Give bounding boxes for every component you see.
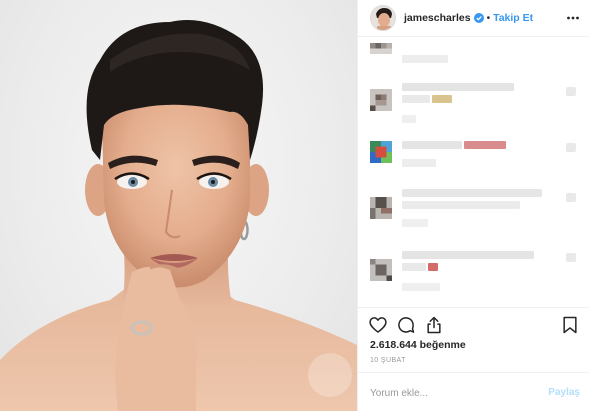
post-photo[interactable] [0, 0, 357, 411]
comment-like-icon[interactable] [566, 87, 576, 96]
bookmark-icon[interactable] [560, 315, 580, 335]
commenter-avatar [370, 259, 392, 281]
censored-text [402, 95, 430, 103]
post-comment-button[interactable]: Paylaş [548, 387, 580, 398]
censored-text [402, 251, 534, 259]
commenter-avatar [370, 141, 392, 163]
post-date[interactable]: 10 ŞUBAT [370, 357, 406, 364]
instagram-post: jamescharles • Takip Et 2.618.644 beğenm… [0, 0, 589, 411]
post-actions [358, 311, 589, 339]
comment-like-icon[interactable] [566, 253, 576, 262]
comment-input[interactable] [370, 386, 530, 400]
post-header: jamescharles • Takip Et [358, 0, 589, 37]
censored-text [402, 115, 416, 123]
commenter-avatar [370, 43, 392, 65]
censored-emoji [464, 141, 506, 149]
censored-text [402, 141, 462, 149]
censored-text [402, 189, 542, 197]
post-side-panel: jamescharles • Takip Et 2.618.644 beğenm… [357, 0, 589, 411]
follow-button[interactable]: Takip Et [493, 12, 533, 24]
username-link[interactable]: jamescharles [404, 12, 471, 24]
avatar[interactable] [370, 5, 396, 31]
censored-text [402, 55, 448, 63]
commenter-avatar [370, 197, 392, 219]
comment-like-icon[interactable] [566, 193, 576, 202]
divider [358, 307, 589, 308]
add-comment-bar: Paylaş [358, 372, 589, 411]
comment-icon[interactable] [396, 315, 416, 335]
censored-emoji [432, 95, 452, 103]
commenter-avatar [370, 89, 392, 111]
verified-badge-icon [473, 13, 484, 23]
more-options-icon[interactable] [566, 11, 580, 25]
heart-icon[interactable] [368, 315, 388, 335]
share-icon[interactable] [424, 315, 444, 335]
separator-dot: • [486, 12, 491, 24]
censored-text [402, 263, 426, 271]
censored-text [402, 83, 514, 91]
censored-text [402, 283, 440, 291]
portrait-image [0, 20, 357, 411]
comments-list[interactable] [358, 37, 589, 307]
censored-text [402, 201, 520, 209]
censored-text [402, 219, 428, 227]
censored-emoji [428, 263, 438, 271]
likes-count[interactable]: 2.618.644 beğenme [370, 339, 466, 351]
censored-text [402, 159, 436, 167]
comment-like-icon[interactable] [566, 143, 576, 152]
